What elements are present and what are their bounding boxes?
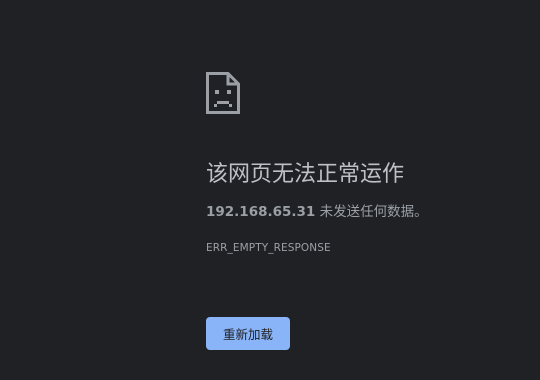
- error-description: 192.168.65.31 未发送任何数据。: [206, 203, 526, 221]
- error-content: 该网页无法正常运作 192.168.65.31 未发送任何数据。 ERR_EMP…: [206, 72, 526, 255]
- error-code: ERR_EMPTY_RESPONSE: [206, 242, 331, 254]
- reload-button[interactable]: 重新加载: [206, 317, 290, 350]
- sad-page-icon: [206, 72, 240, 114]
- error-host: 192.168.65.31: [206, 204, 316, 220]
- error-message: 未发送任何数据。: [315, 204, 428, 220]
- error-title: 该网页无法正常运作: [206, 162, 405, 187]
